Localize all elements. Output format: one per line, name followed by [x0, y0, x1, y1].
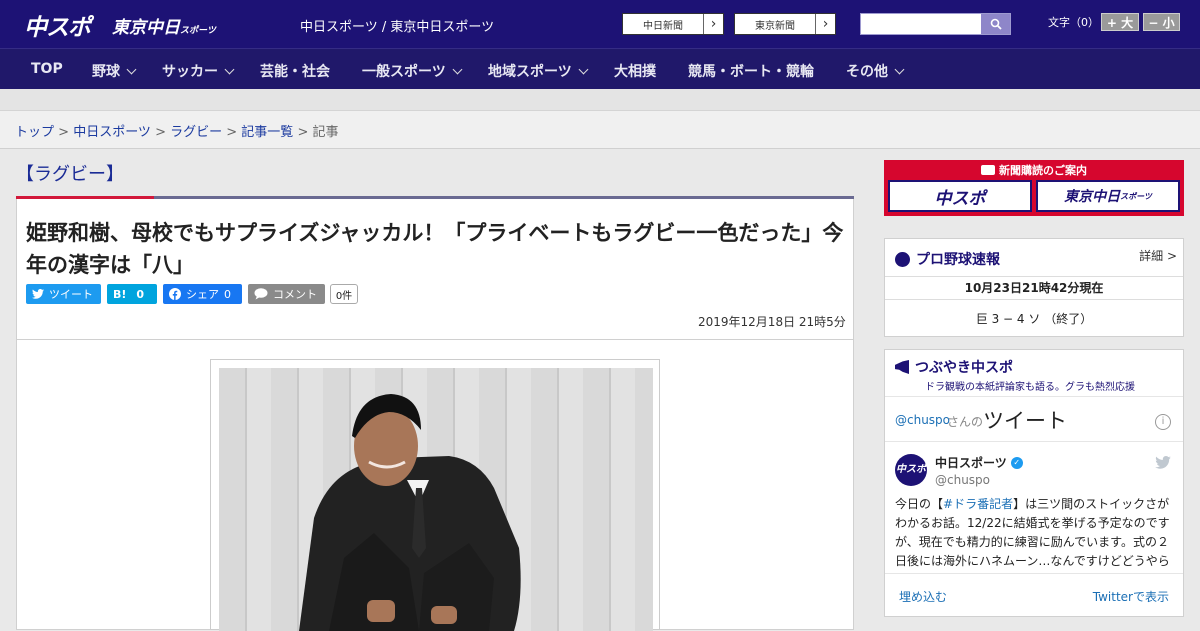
breadcrumb-rugby[interactable]: ラグビー [170, 125, 222, 140]
nav-baseball[interactable]: 野球 [92, 61, 135, 81]
baseball-header: プロ野球速報 [895, 249, 1000, 269]
tweets-heading-row: @chuspo さんの ツイート i [885, 396, 1183, 442]
tweet-hashtag[interactable]: #ドラ番記者 [943, 497, 1013, 511]
subscribe-title-row: 新聞購読のご案内 [884, 162, 1184, 178]
nav-local-sports[interactable]: 地域スポーツ [488, 61, 587, 81]
tweet-account-row: 中日スポーツ ✓ [935, 454, 1023, 471]
nav-sumo[interactable]: 大相撲 [614, 61, 656, 81]
nav-soccer[interactable]: サッカー [162, 61, 233, 81]
twitter-widget-header: つぶやき中スポ [895, 357, 1013, 377]
article-photo[interactable] [210, 359, 660, 631]
nav-other[interactable]: その他 [846, 61, 903, 81]
tweets-handle-suffix: さんの [947, 415, 984, 429]
twitter-widget: つぶやき中スポ ドラ観戦の本紙評論家も語る。グラも熱烈応援 @chuspo さん… [884, 349, 1184, 617]
breadcrumb-current: 記事 [312, 125, 339, 140]
baseball-time: 10月23日21時42分現在 [885, 276, 1183, 300]
comment-button[interactable]: コメント [248, 284, 325, 304]
font-bigger-button[interactable]: + 大 [1101, 13, 1139, 31]
tokyo-logo-text: 東京中日 [112, 18, 180, 38]
tokyo-shimbun-button[interactable]: 東京新聞 › [734, 13, 836, 35]
person-in-suit-image [299, 394, 521, 631]
subscribe-title: 新聞購読のご案内 [999, 164, 1087, 177]
font-size-label: 文字（0） [1048, 16, 1099, 29]
twitter-bird-icon [32, 289, 44, 299]
baseball-detail-link[interactable]: 詳細 > [1139, 247, 1177, 264]
subscribe-tokyo-text: 東京中日 [1064, 189, 1121, 205]
subscribe-tokyo[interactable]: 東京中日 スポーツ [1036, 180, 1180, 212]
subscribe-chuspo[interactable]: 中スポ [888, 180, 1032, 212]
facebook-label: シェア [186, 288, 219, 301]
nav-keiba[interactable]: 競馬・ボート・競輪 [688, 61, 814, 81]
twitter-widget-subtitle: ドラ観戦の本紙評論家も語る。グラも熱烈応援 [925, 382, 1135, 393]
breadcrumb: トップ > 中日スポーツ > ラグビー > 記事一覧 > 記事 [0, 111, 1200, 149]
twitter-widget-footer: 埋め込む Twitterで表示 [885, 573, 1183, 617]
hatena-count: 0 [136, 287, 145, 301]
nav-entertainment[interactable]: 芸能・社会 [260, 61, 330, 81]
category-heading: 【ラグビー】 [16, 164, 124, 185]
newspaper-icon [981, 165, 995, 175]
facebook-icon [169, 288, 181, 300]
baseball-icon [895, 251, 910, 267]
tweet-account-handle: @chuspo [935, 473, 991, 487]
facebook-count: 0 [224, 287, 231, 301]
article-date: 2019年12月18日 21時5分 [698, 315, 846, 329]
subscribe-tokyo-small: スポーツ [1120, 191, 1152, 201]
tweet-button[interactable]: ツイート [26, 284, 101, 304]
baseball-score[interactable]: 巨 3 − 4 ソ （終了） [885, 310, 1183, 327]
breadcrumb-top[interactable]: トップ [15, 125, 54, 140]
megaphone-icon [895, 360, 909, 374]
font-smaller-button[interactable]: − 小 [1143, 13, 1180, 31]
chevron-right-icon: › [703, 14, 723, 34]
baseball-scores-box: プロ野球速報 詳細 > 10月23日21時42分現在 巨 3 − 4 ソ （終了… [884, 238, 1184, 337]
tweets-handle[interactable]: @chuspo [895, 413, 950, 427]
chevron-right-icon: › [815, 14, 835, 34]
facebook-share-button[interactable]: シェア 0 [163, 284, 242, 304]
ad-band [0, 89, 1200, 111]
main-nav: TOP 野球 サッカー 芸能・社会 一般スポーツ 地域スポーツ 大相撲 競馬・ボ… [0, 48, 1200, 89]
site-header: 中スポ 東京中日スポーツ 中日スポーツ / 東京中日スポーツ 中日新聞 › 東京新… [0, 0, 1200, 48]
tweet-text: 今日の【#ドラ番記者】は三ツ間のストイックさがわかるお話。12/22に結婚式を挙… [895, 495, 1175, 571]
verified-icon: ✓ [1010, 456, 1023, 469]
subscribe-banner[interactable]: 新聞購読のご案内 中スポ 東京中日 スポーツ [884, 160, 1184, 216]
twitter-bird-icon[interactable] [1155, 456, 1171, 469]
chunichi-label: 中日新聞 [643, 20, 683, 32]
search-input[interactable] [860, 13, 1011, 35]
comment-bubble-icon [254, 288, 268, 300]
avatar[interactable]: 中スポ [895, 454, 927, 486]
tweets-heading: ツイート [983, 409, 1067, 433]
hatena-icon: B! [113, 287, 127, 301]
tokyo-label: 東京新聞 [755, 20, 795, 32]
view-on-twitter-link[interactable]: Twitterで表示 [1093, 588, 1169, 605]
search-icon[interactable] [981, 14, 1010, 34]
nav-general-sports[interactable]: 一般スポーツ [362, 61, 461, 81]
breadcrumb-chuspo[interactable]: 中日スポーツ [73, 125, 151, 140]
tokyo-chunichi-logo[interactable]: 東京中日スポーツ [112, 13, 216, 38]
site-links[interactable]: 中日スポーツ / 東京中日スポーツ [300, 16, 494, 35]
chuspo-logo[interactable]: 中スポ [24, 8, 91, 42]
comment-count-badge: 0件 [330, 284, 358, 304]
tweet-account-name[interactable]: 中日スポーツ [935, 454, 1007, 471]
comment-label: コメント [273, 288, 317, 301]
tokyo-logo-small: スポーツ [180, 26, 216, 36]
photo-image [219, 368, 653, 631]
hatena-button[interactable]: B! 0 [107, 284, 157, 304]
breadcrumb-article-list[interactable]: 記事一覧 [241, 125, 293, 140]
nav-top[interactable]: TOP [31, 61, 63, 77]
tweet-text-pre: 今日の【 [895, 497, 944, 511]
chunichi-shimbun-button[interactable]: 中日新聞 › [622, 13, 724, 35]
twitter-widget-title: つぶやき中スポ [915, 360, 1013, 376]
article-divider [16, 339, 854, 340]
baseball-title: プロ野球速報 [916, 252, 1000, 268]
tweet-label: ツイート [49, 288, 93, 301]
embed-link[interactable]: 埋め込む [899, 588, 947, 605]
article-title: 姫野和樹、母校でもサプライズジャッカル！「プライベートもラグビー一色だった」今年… [26, 221, 844, 277]
info-icon[interactable]: i [1155, 414, 1171, 430]
